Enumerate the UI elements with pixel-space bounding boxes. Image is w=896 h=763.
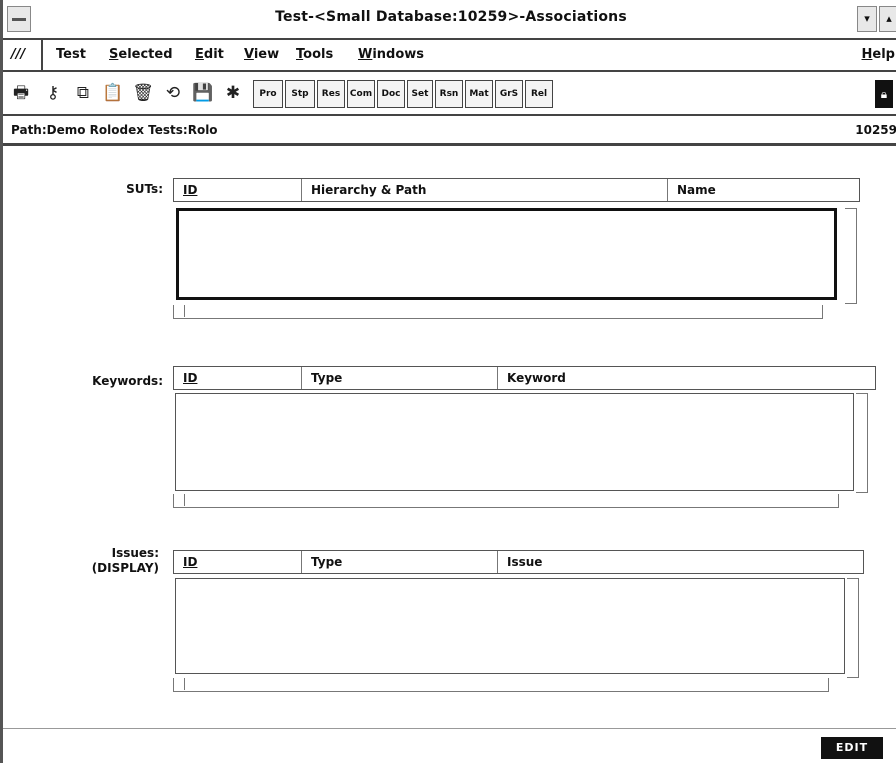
keywords-horizontal-scrollbar[interactable] (173, 494, 839, 508)
menu-help[interactable]: Help (862, 47, 895, 62)
title-bar: Test-<Small Database:10259>-Associations… (3, 0, 896, 40)
toolbar-button-grs[interactable]: GrS (495, 80, 523, 108)
copy-icon[interactable]: ⧉ (71, 81, 95, 105)
menu-windows[interactable]: Windows (358, 47, 424, 62)
menu-test[interactable]: Test (56, 47, 86, 62)
issues-col-issue[interactable]: Issue (497, 551, 863, 573)
menu-divider (41, 40, 43, 70)
toolbar-button-stp[interactable]: Stp (285, 80, 315, 108)
key-icon[interactable]: ⚷ (41, 81, 65, 105)
suts-vertical-scrollbar[interactable] (845, 208, 857, 304)
suts-grid[interactable] (176, 208, 837, 300)
keywords-col-type[interactable]: Type (301, 367, 497, 389)
run-icon[interactable]: ✱ (221, 81, 245, 105)
issues-label-line2: (DISPLAY) (91, 561, 159, 575)
suts-label: SUTs: (126, 182, 163, 196)
printer-icon[interactable]: 🖶 (9, 81, 33, 105)
menu-selected[interactable]: Selected (109, 47, 173, 62)
suts-col-id[interactable]: ID (174, 179, 301, 201)
toolbar-button-doc[interactable]: Doc (377, 80, 405, 108)
toolbar: 🖶 ⚷ ⧉ 📋 🗑 ⟲ 💾 ✱ Pro Stp Res Com Doc Set … (3, 72, 896, 116)
issues-label: Issues: (DISPLAY) (43, 546, 159, 576)
keywords-col-keyword[interactable]: Keyword (497, 367, 875, 389)
save-icon[interactable]: 💾 (191, 81, 215, 105)
toolbar-button-res[interactable]: Res (317, 80, 345, 108)
minimize-button[interactable]: ▾ (857, 6, 877, 32)
toolbar-button-mat[interactable]: Mat (465, 80, 493, 108)
associations-window: Test-<Small Database:10259>-Associations… (0, 0, 896, 763)
paste-icon[interactable]: 📋 (101, 81, 125, 105)
path-text: Path:Demo Rolodex Tests:Rolo (11, 123, 218, 137)
issues-header: ID Type Issue (173, 550, 864, 574)
delete-icon[interactable]: 🗑 (131, 81, 155, 105)
keywords-vertical-scrollbar[interactable] (856, 393, 868, 493)
toolbar-button-rel[interactable]: Rel (525, 80, 553, 108)
menu-view[interactable]: View (244, 47, 279, 62)
menu-prefix[interactable]: /// (11, 47, 25, 62)
toolbar-button-set[interactable]: Set (407, 80, 433, 108)
maximize-button[interactable]: ▴ (879, 6, 896, 32)
keywords-label: Keywords: (92, 374, 163, 388)
issues-label-line1: Issues: (111, 546, 159, 560)
keywords-col-id[interactable]: ID (174, 367, 301, 389)
status-bar: EDIT (3, 728, 896, 763)
issues-col-id[interactable]: ID (174, 551, 301, 573)
edit-mode-badge: EDIT (821, 737, 883, 759)
keywords-grid[interactable] (175, 393, 854, 491)
path-bar: Path:Demo Rolodex Tests:Rolo 10259 (3, 116, 896, 146)
record-id: 10259 (855, 123, 896, 137)
menu-bar: /// Test Selected Edit View Tools Window… (3, 40, 896, 72)
suts-horizontal-scrollbar[interactable] (173, 305, 823, 319)
window-title: Test-<Small Database:10259>-Associations (275, 9, 627, 25)
issues-vertical-scrollbar[interactable] (847, 578, 859, 678)
lock-icon[interactable]: 🔒︎ (875, 80, 893, 108)
issues-grid[interactable] (175, 578, 845, 674)
keywords-header: ID Type Keyword (173, 366, 876, 390)
menu-edit[interactable]: Edit (195, 47, 224, 62)
issues-horizontal-scrollbar[interactable] (173, 678, 829, 692)
issues-col-type[interactable]: Type (301, 551, 497, 573)
suts-header: ID Hierarchy & Path Name (173, 178, 860, 202)
refresh-icon[interactable]: ⟲ (161, 81, 185, 105)
suts-col-name[interactable]: Name (667, 179, 859, 201)
toolbar-button-rsn[interactable]: Rsn (435, 80, 463, 108)
toolbar-button-pro[interactable]: Pro (253, 80, 283, 108)
toolbar-button-com[interactable]: Com (347, 80, 375, 108)
menu-tools[interactable]: Tools (296, 47, 333, 62)
suts-col-hierarchy[interactable]: Hierarchy & Path (301, 179, 667, 201)
